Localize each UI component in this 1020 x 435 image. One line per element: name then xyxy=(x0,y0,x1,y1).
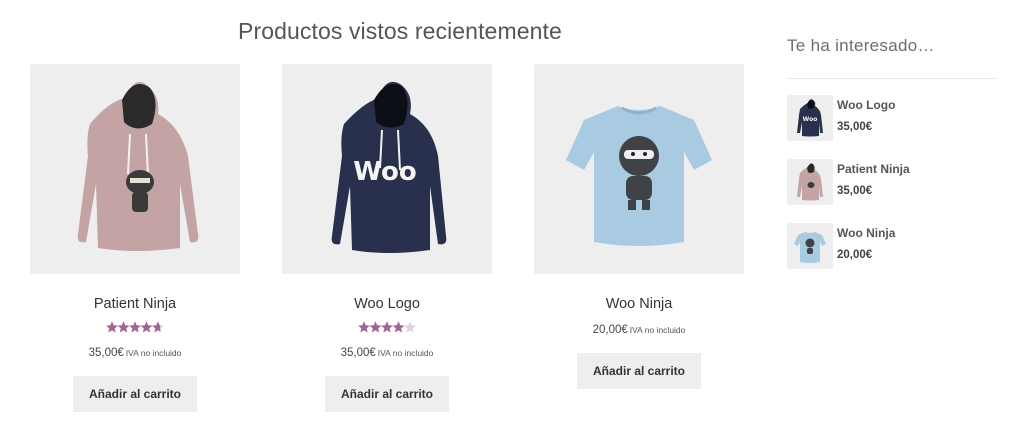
rating-stars xyxy=(106,321,164,333)
widget-list-item: Patient Ninja 35,00€ xyxy=(787,159,997,223)
rating-stars xyxy=(358,321,416,333)
tax-note: IVA no incluido xyxy=(377,348,434,358)
product-card: Woo Woo Logo 35,00€ IVA no incluido Añadi… xyxy=(282,64,492,412)
widget-product-thumbnail[interactable] xyxy=(787,159,833,205)
widget-product-info: Woo Ninja 20,00€ xyxy=(837,223,895,287)
price-line: 35,00€ IVA no incluido xyxy=(282,347,492,359)
product-name[interactable]: Woo Ninja xyxy=(534,296,744,312)
navy-hoodie-woo-logo-icon: Woo xyxy=(331,81,447,253)
widget-product-info: Patient Ninja 35,00€ xyxy=(837,159,910,223)
widget-product-list: Woo Woo Logo 35,00€ Patient Ninja 35,00€ xyxy=(787,95,997,287)
product-price: 35,00€ xyxy=(340,347,376,359)
product-image[interactable] xyxy=(30,64,240,274)
star-filled-icon xyxy=(140,321,153,333)
price-line: 20,00€ IVA no incluido xyxy=(534,324,744,336)
widget-product-name[interactable]: Woo Logo xyxy=(837,98,895,112)
product-name[interactable]: Patient Ninja xyxy=(30,296,240,312)
star-filled-icon xyxy=(369,321,382,333)
pink-hoodie-ninja-icon xyxy=(797,163,823,201)
product-price: 35,00€ xyxy=(88,347,124,359)
star-filled-icon xyxy=(381,321,393,333)
star-empty-icon xyxy=(404,321,416,333)
navy-hoodie-woo-logo-icon: Woo xyxy=(797,99,823,137)
add-to-cart-button[interactable]: Añadir al carrito xyxy=(325,376,449,412)
widget-product-price: 20,00€ xyxy=(837,249,873,261)
price-line: 35,00€ IVA no incluido xyxy=(30,347,240,359)
widget-divider xyxy=(787,78,997,79)
svg-text:Woo: Woo xyxy=(803,116,818,123)
add-to-cart-button[interactable]: Añadir al carrito xyxy=(73,376,197,412)
widget-product-name[interactable]: Patient Ninja xyxy=(837,162,910,176)
add-to-cart-button[interactable]: Añadir al carrito xyxy=(577,353,701,389)
star-filled-icon xyxy=(117,321,130,333)
widget-product-price: 35,00€ xyxy=(837,185,873,197)
light-blue-tshirt-ninja-icon xyxy=(794,232,826,263)
star-filled-icon xyxy=(358,321,370,333)
widget-product-thumbnail[interactable] xyxy=(787,223,833,269)
tax-note: IVA no incluido xyxy=(629,325,686,335)
product-card: Patient Ninja 35,00€ IVA no incluido Añad… xyxy=(30,64,240,412)
pink-hoodie-ninja-icon xyxy=(77,82,199,251)
product-image[interactable] xyxy=(534,64,744,274)
widget-product-thumbnail[interactable]: Woo xyxy=(787,95,833,141)
star-filled-icon xyxy=(392,321,405,333)
svg-text:Woo: Woo xyxy=(353,157,416,187)
product-price: 20,00€ xyxy=(592,324,628,336)
tax-note: IVA no incluido xyxy=(125,348,182,358)
widget-title: Te ha interesado… xyxy=(787,36,935,55)
star-filled-icon xyxy=(129,321,141,333)
widget-list-item: Woo Ninja 20,00€ xyxy=(787,223,997,287)
light-blue-tshirt-ninja-icon xyxy=(566,106,712,246)
product-name[interactable]: Woo Logo xyxy=(282,296,492,312)
product-card: Woo Ninja 20,00€ IVA no incluido Añadir a… xyxy=(534,64,744,389)
recently-viewed-widget: Te ha interesado… Woo Woo Logo 35,00€ Pa… xyxy=(787,36,997,287)
widget-product-info: Woo Logo 35,00€ xyxy=(837,95,895,159)
widget-product-name[interactable]: Woo Ninja xyxy=(837,226,895,240)
widget-list-item: Woo Woo Logo 35,00€ xyxy=(787,95,997,159)
section-title: Productos vistos recientemente xyxy=(238,18,562,44)
star-filled-icon xyxy=(106,321,118,333)
widget-product-price: 35,00€ xyxy=(837,121,873,133)
product-image[interactable]: Woo xyxy=(282,64,492,274)
